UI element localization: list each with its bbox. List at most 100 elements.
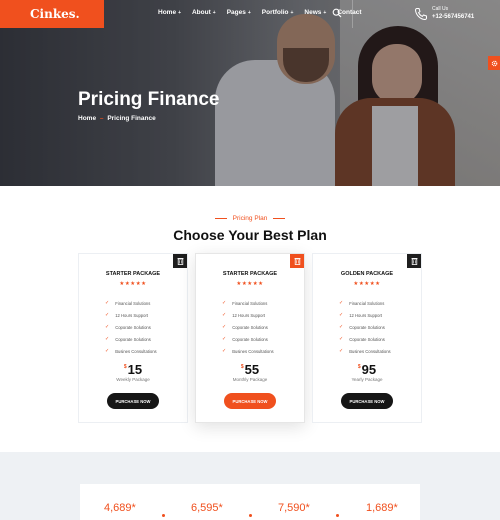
check-icon: ✓ [222,348,227,354]
feature-label: 12 Hours Support [115,312,149,318]
feature-item: ✓ Busines Consultations [105,345,157,357]
plus-icon: + [290,10,294,16]
phone-icon [414,8,427,21]
trash-icon[interactable] [290,254,304,268]
currency-symbol: $ [357,364,361,370]
pricing-card: STARTER PACKAGE ★★★★★ ✓ Financial Solutions… [78,253,188,423]
purchase-now-button[interactable]: PURCHASE NOW [107,393,159,409]
trash-icon[interactable] [173,254,187,268]
check-icon: ✓ [339,324,344,330]
breadcrumb-current: Pricing Finance [107,115,156,122]
star-rating: ★★★★★ [236,281,264,287]
feature-label: Coporate Solutions [232,324,268,330]
feature-label: Busines Consultations [232,348,274,354]
plan-name: STARTER PACKAGE [105,271,161,277]
plan-price: $55 [196,362,304,377]
nav-item-label: Home [158,9,177,16]
feature-label: 12 Hours Support [349,312,383,318]
nav-item-home[interactable]: Home + [158,9,181,16]
check-icon: ✓ [222,336,227,342]
settings-toggle[interactable] [488,56,500,70]
header-divider [352,0,353,28]
nav-item-pages[interactable]: Pages + [227,9,251,16]
price-value: 55 [244,362,260,377]
section-title: Choose Your Best Plan [173,227,327,243]
feature-item: ✓ Financial Solutions [339,297,391,309]
feature-item: ✓ Financial Solutions [105,297,157,309]
price-value: 95 [361,362,377,377]
feature-item: ✓ Coporate Solutions [339,321,391,333]
feature-label: Coporate Solutions [232,336,268,342]
feature-item: ✓ Coporate Solutions [222,333,274,345]
plus-icon: + [178,10,181,16]
breadcrumb-home-link[interactable]: Home [78,115,96,122]
stat-counter: 7,590* [278,502,310,514]
feature-label: Coporate Solutions [349,324,385,330]
feature-label: Financial Solutions [349,300,385,306]
stat-divider-dot [336,514,339,517]
search-icon[interactable] [332,8,342,18]
check-icon: ✓ [105,312,110,318]
trash-icon[interactable] [407,254,421,268]
feature-label: Coporate Solutions [115,336,151,342]
feature-list: ✓ Financial Solutions ✓ 12 Hours Support ✓ Co… [105,297,157,357]
plan-period: Yearly Package [351,377,383,382]
call-label: Call Us [432,6,449,12]
star-rating: ★★★★★ [119,281,147,287]
feature-item: ✓ 12 Hours Support [222,309,274,321]
feature-item: ✓ Coporate Solutions [105,321,157,333]
currency-symbol: $ [123,364,127,370]
feature-item: ✓ Busines Consultations [222,345,274,357]
purchase-now-button[interactable]: PURCHASE NOW [224,393,276,409]
logo-text: Cinkes. [30,7,80,21]
pricing-card: STARTER PACKAGE ★★★★★ ✓ Financial Solutions… [195,253,305,423]
nav-item-news[interactable]: News + [304,9,326,16]
feature-item: ✓ 12 Hours Support [339,309,391,321]
trash-icon-glyph [411,257,417,265]
plan-period: Weekly Package [116,377,150,382]
feature-label: Financial Solutions [232,300,268,306]
eyebrow-label: Pricing Plan [232,215,268,222]
call-number[interactable]: +12-567456741 [432,14,474,20]
plan-name: GOLDEN PACKAGE [340,271,394,277]
star-rating: ★★★★★ [353,281,381,287]
check-icon: ✓ [222,312,227,318]
feature-item: ✓ Coporate Solutions [105,333,157,345]
feature-label: Financial Solutions [115,300,151,306]
stat-counter: 1,689* [366,502,398,514]
plus-icon: + [212,10,216,16]
nav-item-about[interactable]: About + [192,9,216,16]
feature-item: ✓ 12 Hours Support [105,309,157,321]
feature-item: ✓ Busines Consultations [339,345,391,357]
trash-icon-glyph [294,257,300,265]
stat-counter: 4,689* [104,502,136,514]
check-icon: ✓ [339,348,344,354]
purchase-now-button[interactable]: PURCHASE NOW [341,393,393,409]
feature-label: 12 Hours Support [232,312,266,318]
check-icon: ✓ [105,348,110,354]
nav-item-portfolio[interactable]: Portfolio + [262,9,294,16]
section-eyebrow: Pricing Plan [0,215,500,222]
feature-list: ✓ Financial Solutions ✓ 12 Hours Support ✓ Co… [222,297,274,357]
feature-item: ✓ Coporate Solutions [339,333,391,345]
plan-name: STARTER PACKAGE [222,271,278,277]
eyebrow-line-left [214,217,227,219]
logo[interactable]: Cinkes. [0,0,104,28]
check-icon: ✓ [339,336,344,342]
feature-label: Coporate Solutions [349,336,385,342]
check-icon: ✓ [105,300,110,306]
pricing-card: GOLDEN PACKAGE ★★★★★ ✓ Financial Solutions ✓… [312,253,422,423]
check-icon: ✓ [339,312,344,318]
eyebrow-line-right [273,217,286,219]
plan-price: $95 [313,362,421,377]
check-icon: ✓ [105,324,110,330]
check-icon: ✓ [339,300,344,306]
nav-item-label: News [304,9,322,16]
feature-item: ✓ Coporate Solutions [222,321,274,333]
plus-icon: + [323,10,327,16]
breadcrumb-separator: – [99,115,104,122]
currency-symbol: $ [240,364,244,370]
page-title: Pricing Finance [78,89,220,110]
feature-item: ✓ Financial Solutions [222,297,274,309]
stat-counter: 6,595* [191,502,223,514]
